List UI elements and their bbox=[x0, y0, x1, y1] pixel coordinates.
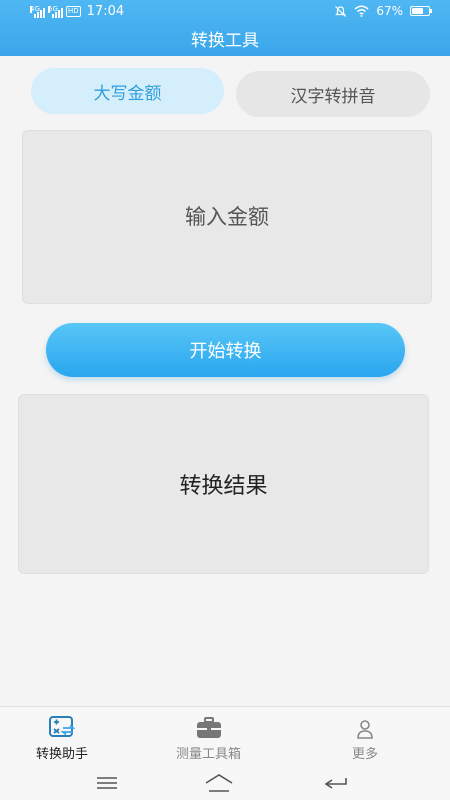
tab-label: 大写金额 bbox=[93, 83, 162, 104]
nav-item-measure-toolbox[interactable]: 测量工具箱 bbox=[176, 717, 241, 762]
battery-fill bbox=[412, 8, 423, 14]
toolbox-icon bbox=[196, 717, 221, 738]
battery-icon bbox=[410, 6, 432, 16]
nav-item-more[interactable]: 更多 bbox=[352, 719, 378, 762]
nav-item-convert-assistant[interactable]: 转换助手 bbox=[36, 715, 88, 762]
amount-input-panel[interactable] bbox=[22, 130, 432, 304]
tab-chinese-to-pinyin[interactable]: 汉字转拼音 bbox=[236, 71, 430, 117]
nav-label: 转换助手 bbox=[36, 747, 89, 762]
tab-uppercase-amount[interactable]: 大写金额 bbox=[31, 68, 224, 114]
status-left: 4G 5G HD 17:04 bbox=[30, 4, 124, 19]
status-right: 67% bbox=[334, 4, 432, 18]
home-icon bbox=[205, 774, 233, 792]
result-text: 转换结果 bbox=[179, 474, 268, 499]
signal-icon: 5G bbox=[48, 4, 63, 18]
status-bar: 4G 5G HD 17:04 67% bbox=[0, 0, 450, 24]
sim2-label: 5G bbox=[48, 4, 58, 13]
app-header: 4G 5G HD 17:04 67% 转换工具 bbox=[0, 0, 450, 56]
back-button[interactable] bbox=[322, 772, 352, 794]
hd-badge: HD bbox=[66, 6, 81, 17]
result-panel: 转换结果 bbox=[18, 394, 429, 574]
person-icon bbox=[357, 720, 373, 739]
signal-icon: 4G bbox=[30, 4, 45, 18]
menu-icon bbox=[97, 777, 117, 789]
battery-percent: 67% bbox=[376, 4, 403, 18]
mute-icon bbox=[335, 5, 347, 17]
amount-input[interactable] bbox=[23, 131, 431, 303]
back-icon bbox=[324, 778, 347, 789]
system-nav-bar bbox=[0, 766, 450, 800]
home-button[interactable] bbox=[204, 772, 234, 794]
status-time: 17:04 bbox=[86, 4, 125, 19]
wifi-icon bbox=[354, 5, 369, 17]
tab-label: 汉字转拼音 bbox=[290, 86, 376, 107]
page-title: 转换工具 bbox=[191, 31, 259, 51]
sim1-label: 4G bbox=[30, 4, 40, 13]
recent-apps-button[interactable] bbox=[92, 772, 122, 794]
calculator-icon bbox=[49, 716, 76, 737]
nav-label: 测量工具箱 bbox=[176, 747, 242, 762]
start-convert-button[interactable]: 开始转换 bbox=[46, 323, 405, 377]
nav-label: 更多 bbox=[352, 747, 379, 762]
bottom-nav: 转换助手 测量工具箱 更多 bbox=[0, 706, 450, 766]
